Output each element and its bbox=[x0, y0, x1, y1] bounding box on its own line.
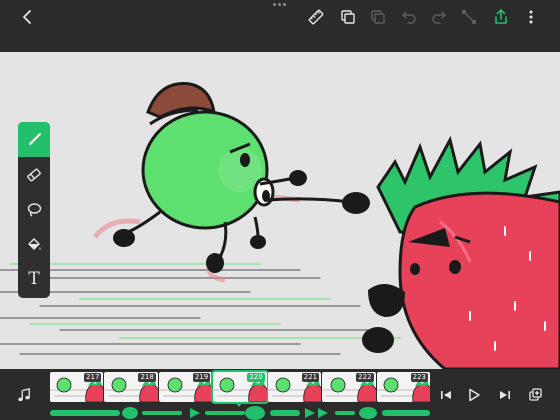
timeline-frame[interactable]: 222 bbox=[322, 372, 376, 402]
redo-icon bbox=[432, 11, 446, 24]
tool-palette: T bbox=[18, 122, 50, 298]
share-button[interactable] bbox=[490, 6, 512, 28]
drawing-canvas[interactable]: T bbox=[0, 52, 560, 369]
more-menu-button[interactable] bbox=[520, 6, 542, 28]
animation-app: T 217 218 219 220 221 222 223 bbox=[0, 0, 560, 420]
strawberry-character bbox=[362, 135, 560, 369]
audio-waveform bbox=[50, 406, 430, 420]
top-toolbar bbox=[0, 0, 560, 52]
paste-icon bbox=[371, 10, 385, 24]
share-icon bbox=[495, 9, 507, 24]
skip-forward-button[interactable] bbox=[495, 385, 515, 405]
timeline-frame[interactable]: 223 bbox=[376, 372, 430, 402]
window-grip-handle[interactable] bbox=[273, 3, 287, 7]
transform-button[interactable] bbox=[458, 6, 480, 28]
frame-strip: 217 218 219 220 221 222 223 bbox=[50, 370, 430, 404]
timeline-frame[interactable]: 221 bbox=[267, 372, 322, 402]
text-icon: T bbox=[28, 269, 40, 289]
undo-icon bbox=[402, 11, 416, 24]
frame-number: 223 bbox=[410, 373, 428, 382]
paste-button[interactable] bbox=[367, 6, 389, 28]
lasso-icon bbox=[27, 202, 42, 217]
layers-button[interactable] bbox=[337, 6, 359, 28]
more-icon bbox=[529, 10, 533, 24]
frame-number: 217 bbox=[84, 373, 102, 382]
back-button[interactable] bbox=[17, 6, 39, 28]
timeline-frame[interactable]: 217 bbox=[50, 372, 104, 402]
fill-tool[interactable] bbox=[18, 227, 50, 262]
fill-bucket-icon bbox=[28, 237, 41, 250]
add-frame-button[interactable] bbox=[526, 385, 546, 405]
add-frame-icon bbox=[529, 388, 542, 401]
ruler-icon bbox=[308, 9, 324, 25]
text-tool[interactable]: T bbox=[18, 262, 50, 297]
speed-lines bbox=[0, 269, 381, 355]
eraser-tool[interactable] bbox=[18, 157, 50, 192]
redo-button[interactable] bbox=[428, 6, 450, 28]
chevron-left-icon bbox=[23, 10, 31, 24]
timeline-frame[interactable]: 219 bbox=[158, 372, 213, 402]
frame-number: 219 bbox=[192, 373, 211, 382]
skip-back-button[interactable] bbox=[436, 385, 456, 405]
artwork bbox=[0, 82, 560, 369]
lasso-tool[interactable] bbox=[18, 192, 50, 227]
audio-button[interactable] bbox=[0, 369, 48, 420]
skip-back-icon bbox=[441, 391, 451, 399]
transport-controls bbox=[434, 369, 560, 420]
undo-button[interactable] bbox=[398, 6, 420, 28]
frame-number: 222 bbox=[356, 373, 374, 382]
ruler-button[interactable] bbox=[305, 6, 327, 28]
play-icon bbox=[469, 388, 480, 402]
music-note-icon bbox=[18, 387, 30, 401]
onion-lines bbox=[9, 263, 401, 339]
timeline: 217 218 219 220 221 222 223 bbox=[0, 369, 560, 420]
brush-tool[interactable] bbox=[18, 122, 50, 157]
transform-icon bbox=[462, 10, 476, 24]
frame-number: 218 bbox=[138, 373, 156, 382]
apple-character bbox=[113, 82, 370, 273]
brush-icon bbox=[29, 132, 42, 145]
timeline-frame[interactable]: 220 bbox=[211, 370, 269, 404]
frame-number: 221 bbox=[301, 373, 320, 382]
eraser-icon bbox=[27, 168, 41, 181]
skip-forward-icon bbox=[500, 391, 510, 399]
timeline-frame[interactable]: 218 bbox=[104, 372, 158, 402]
duplicate-layers-icon bbox=[341, 10, 355, 24]
frame-number: 220 bbox=[247, 373, 265, 382]
play-button[interactable] bbox=[464, 385, 484, 405]
